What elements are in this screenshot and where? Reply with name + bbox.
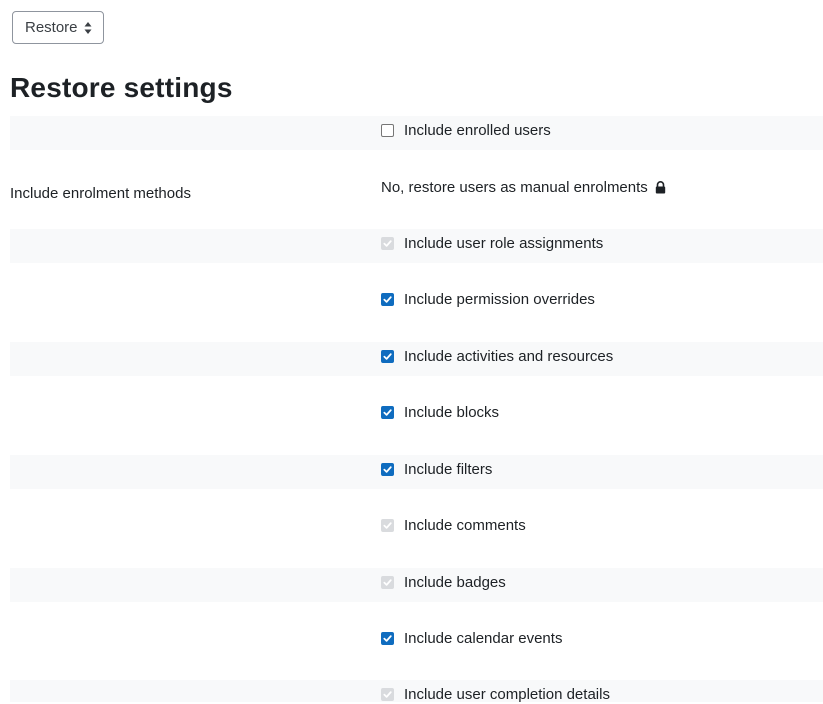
setting-value-label: No, restore users as manual enrolments [381, 178, 648, 196]
setting-value-label: Include calendar events [404, 629, 563, 647]
setting-checkbox-field[interactable]: Include blocks [381, 402, 499, 422]
setting-checkbox-field: Include comments [381, 515, 526, 535]
setting-row: Include user completion details [10, 680, 823, 704]
setting-value-label: Include permission overrides [404, 290, 595, 308]
setting-checkbox [381, 575, 394, 589]
check-icon [383, 408, 392, 416]
lock-icon [655, 180, 665, 193]
check-icon [383, 465, 392, 473]
restore-select-value: Restore [25, 19, 78, 36]
setting-checkbox[interactable] [381, 349, 394, 363]
setting-row: Include user role assignments [10, 229, 823, 263]
setting-value-label: Include activities and resources [404, 347, 614, 365]
check-icon [383, 352, 392, 360]
setting-value-label: Include filters [404, 460, 493, 478]
setting-checkbox-field[interactable]: Include permission overrides [381, 289, 595, 309]
setting-row: Include badges [10, 568, 823, 602]
setting-checkbox-field[interactable]: Include calendar events [381, 628, 562, 648]
setting-row: Include permission overrides [10, 285, 823, 329]
setting-checkbox[interactable] [381, 123, 394, 137]
setting-checkbox [381, 236, 394, 250]
setting-checkbox-field[interactable]: Include enrolled users [381, 120, 551, 140]
setting-row: Include enrolled users [10, 116, 823, 150]
setting-checkbox[interactable] [381, 292, 394, 306]
setting-checkbox[interactable] [381, 631, 394, 645]
check-icon [383, 239, 392, 247]
setting-row: Include comments [10, 511, 823, 555]
check-icon [383, 634, 392, 642]
setting-row: Include calendar events [10, 624, 823, 668]
setting-checkbox [381, 518, 394, 532]
setting-label: Include enrolment methods [10, 185, 191, 202]
check-icon [383, 521, 392, 529]
restore-select[interactable]: Restore [12, 11, 104, 44]
setting-row: Include blocks [10, 398, 823, 442]
setting-value-label: Include user role assignments [404, 234, 604, 252]
setting-value-label: Include comments [404, 516, 526, 534]
check-icon [383, 690, 392, 698]
setting-checkbox-field[interactable]: Include activities and resources [381, 346, 613, 366]
setting-checkbox[interactable] [381, 462, 394, 476]
setting-checkbox-field[interactable]: Include filters [381, 459, 492, 479]
check-icon [383, 578, 392, 586]
setting-checkbox-field: Include user completion details [381, 684, 610, 704]
setting-row: Include filters [10, 455, 823, 489]
sort-caret-icon [84, 22, 92, 34]
page-title: Restore settings [10, 72, 233, 103]
setting-checkbox [381, 687, 394, 701]
setting-checkbox-field: Include badges [381, 572, 506, 592]
setting-row: Include enrolment methods No, restore use… [10, 168, 823, 218]
lock-icon-wrap [648, 180, 666, 194]
setting-value-label: Include badges [404, 573, 506, 591]
setting-value-label: Include user completion details [404, 685, 610, 703]
setting-value-label: Include blocks [404, 403, 500, 421]
setting-checkbox[interactable] [381, 405, 394, 419]
check-icon [383, 295, 392, 303]
setting-checkbox-field: Include user role assignments [381, 233, 603, 253]
setting-row: Include activities and resources [10, 342, 823, 376]
setting-value-label: Include enrolled users [404, 121, 551, 139]
setting-static-value: No, restore users as manual enrolments [381, 177, 666, 197]
